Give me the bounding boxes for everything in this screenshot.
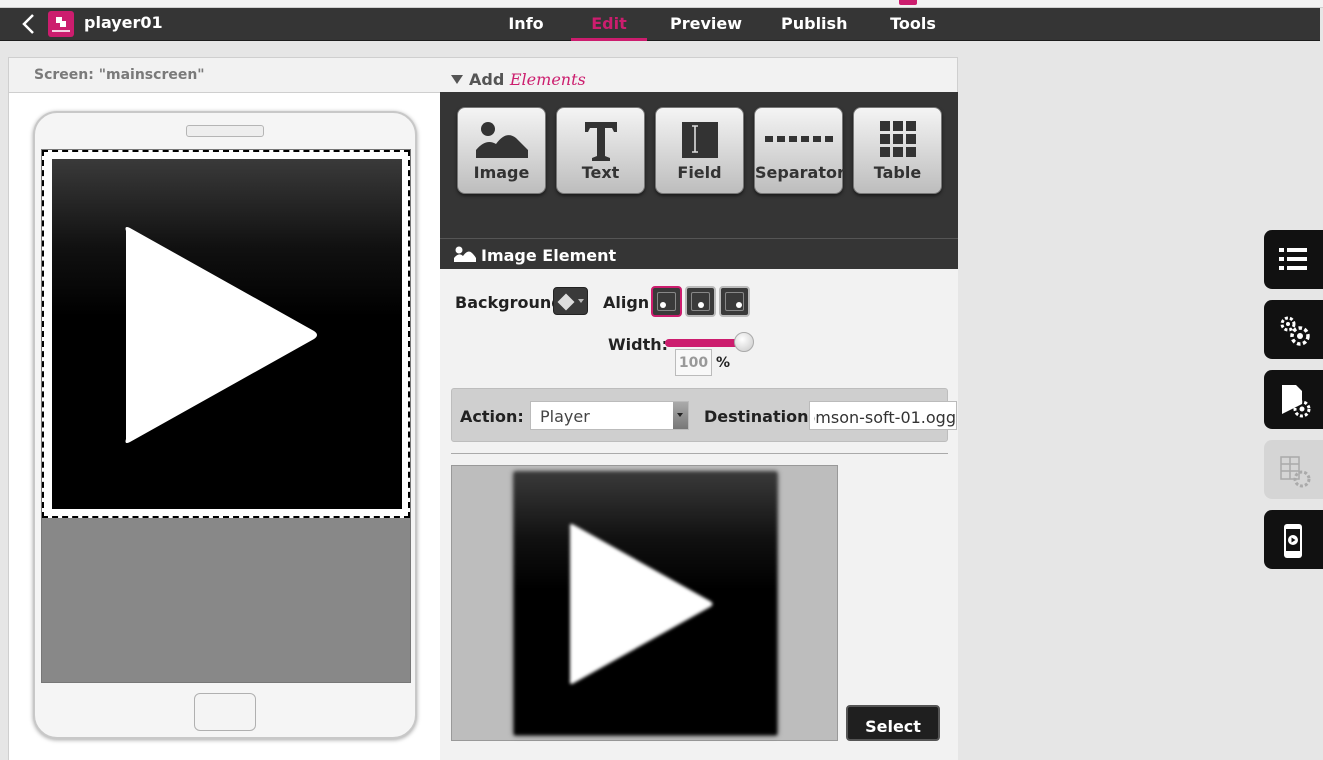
select-image-button[interactable]: Select — [846, 705, 940, 741]
image-element-properties: Background: Align: Width: % Action: Play… — [440, 269, 958, 760]
page-settings-icon — [1282, 385, 1311, 418]
table-settings-icon — [1280, 456, 1311, 488]
image-element-title: Image Element — [481, 246, 617, 265]
add-table-label: Table — [873, 163, 922, 182]
play-icon — [569, 524, 713, 684]
app-title: player01 — [84, 13, 163, 32]
align-center-button[interactable] — [685, 286, 716, 317]
dock-phone-preview-button[interactable] — [1264, 510, 1323, 569]
action-select[interactable]: Player — [530, 401, 689, 430]
add-text-button[interactable]: Text — [556, 107, 645, 194]
tab-info[interactable]: Info — [505, 14, 547, 33]
phone-screen[interactable] — [41, 149, 411, 683]
width-unit: % — [716, 355, 731, 371]
back-button[interactable] — [16, 11, 42, 37]
tab-edit[interactable]: Edit — [571, 14, 647, 33]
top-marker — [899, 0, 917, 5]
add-image-label: Image — [473, 163, 530, 182]
action-bar: Action: Player Destination: — [451, 388, 957, 442]
action-select-value: Player — [540, 407, 590, 426]
elements-toolbar: Image Text Field Separator Table — [440, 92, 958, 238]
top-strip — [0, 0, 1323, 8]
collapse-triangle-icon — [451, 75, 463, 84]
destination-input[interactable] — [809, 401, 957, 430]
image-icon — [454, 246, 476, 262]
width-slider-track[interactable] — [665, 339, 745, 347]
dock-list-button[interactable] — [1264, 230, 1323, 289]
align-right-button[interactable] — [719, 286, 750, 317]
dock-page-settings-button[interactable] — [1264, 370, 1323, 429]
add-elements-prefix: Add — [469, 70, 505, 89]
table-icon — [879, 121, 916, 157]
phone-mockup — [33, 111, 417, 739]
add-elements-header[interactable]: Add Elements — [451, 70, 586, 89]
image-element-header: Image Element — [440, 238, 958, 269]
list-icon — [1279, 248, 1307, 270]
image-preview-box — [451, 465, 838, 741]
align-label: Align: — [603, 293, 656, 312]
background-color-picker[interactable] — [553, 287, 588, 315]
width-input[interactable] — [675, 349, 712, 376]
top-nav-bar: player01 Info Edit Preview Publish Tools — [0, 8, 1320, 41]
selected-image-element[interactable] — [42, 150, 410, 518]
chevron-down-icon — [578, 299, 584, 303]
play-icon — [125, 227, 317, 443]
width-label: Width: — [608, 335, 669, 354]
align-left-button[interactable] — [651, 286, 682, 317]
active-tab-indicator — [571, 38, 647, 41]
add-image-button[interactable]: Image — [457, 107, 546, 194]
app-logo — [48, 11, 74, 37]
add-separator-label: Separator — [755, 163, 845, 182]
add-text-label: Text — [581, 163, 620, 182]
tab-preview[interactable]: Preview — [670, 14, 742, 33]
background-label: Background: — [455, 293, 570, 312]
dock-settings-button[interactable] — [1264, 300, 1323, 359]
screen-label: Screen: "mainscreen" — [34, 67, 205, 83]
image-icon — [475, 122, 528, 158]
add-elements-emphasis: Elements — [509, 70, 586, 89]
add-table-button[interactable]: Table — [853, 107, 942, 194]
add-field-button[interactable]: Field — [655, 107, 744, 194]
divider — [451, 453, 948, 454]
play-thumbnail — [52, 159, 402, 509]
paint-bucket-icon — [557, 293, 575, 311]
editor-panel: Screen: "mainscreen" Add Elements Image … — [8, 57, 958, 760]
chevron-left-icon — [22, 14, 34, 34]
tab-tools[interactable]: Tools — [888, 14, 938, 33]
width-slider-fill — [665, 339, 745, 347]
tab-publish[interactable]: Publish — [781, 14, 847, 33]
phone-preview-area — [9, 92, 440, 760]
chevron-down-icon[interactable] — [673, 402, 688, 429]
image-preview — [514, 472, 777, 735]
add-separator-button[interactable]: Separator — [754, 107, 845, 194]
settings-gears-icon — [1280, 316, 1310, 346]
phone-home-button — [194, 693, 256, 731]
add-field-label: Field — [677, 163, 722, 182]
field-icon — [681, 122, 718, 158]
dock-table-settings-button[interactable] — [1264, 440, 1323, 499]
separator-icon — [764, 136, 833, 142]
destination-label: Destination: — [704, 407, 815, 426]
width-slider-handle[interactable] — [734, 332, 754, 352]
action-label: Action: — [460, 407, 524, 426]
phone-speaker — [186, 125, 264, 137]
text-icon — [584, 122, 617, 161]
phone-preview-icon — [1284, 524, 1302, 558]
